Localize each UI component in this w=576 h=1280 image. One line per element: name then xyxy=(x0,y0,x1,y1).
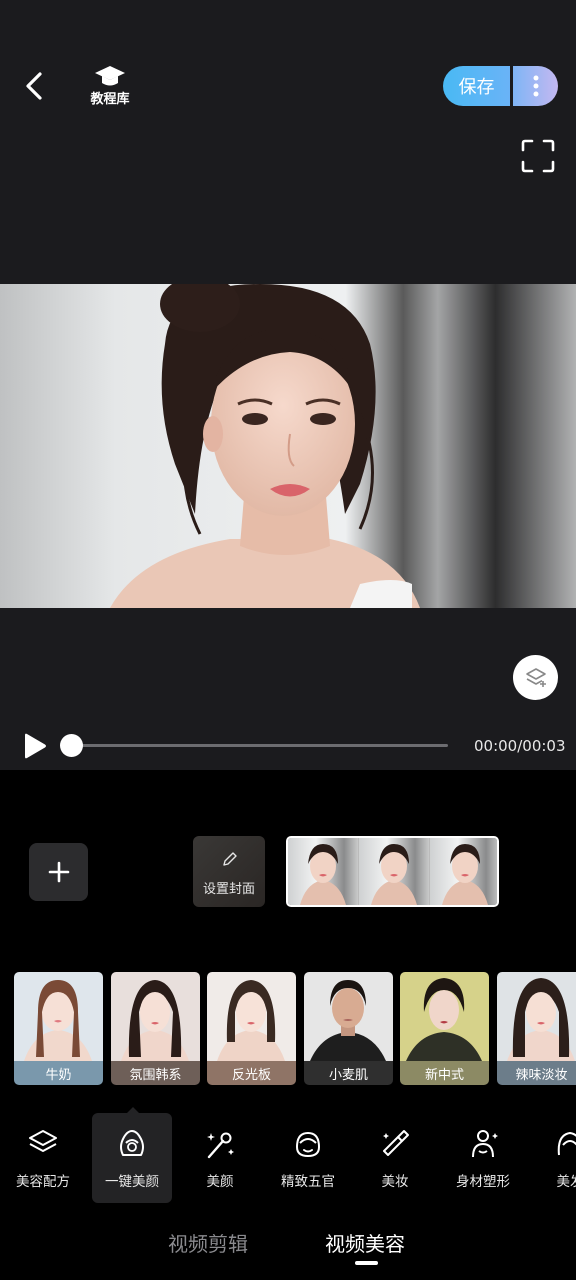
layers-icon xyxy=(29,1130,57,1152)
filter-preview xyxy=(14,972,103,1061)
bottom-tab-bar: 视频剪辑 视频美容 xyxy=(0,1228,576,1268)
tab-video-beauty[interactable]: 视频美容 xyxy=(325,1228,405,1257)
tool-makeup[interactable]: 美妆 xyxy=(352,1113,438,1203)
filter-card[interactable]: 新中式 xyxy=(400,972,489,1085)
filter-card[interactable]: 小麦肌 xyxy=(304,972,393,1085)
tool-label: 美妆 xyxy=(381,1174,409,1190)
add-clip-button[interactable] xyxy=(29,843,88,901)
filter-name: 反光板 xyxy=(207,1061,296,1085)
filter-card[interactable]: 辣味淡妆 xyxy=(497,972,576,1085)
filter-preview xyxy=(304,972,393,1061)
more-vertical-icon xyxy=(533,75,538,97)
filter-name: 辣味淡妆 xyxy=(497,1061,576,1085)
clip-frame xyxy=(359,838,430,905)
filter-name: 氛围韩系 xyxy=(111,1061,200,1085)
filter-card[interactable]: 反光板 xyxy=(207,972,296,1085)
magic-wand-icon xyxy=(207,1132,234,1159)
tool-beauty[interactable]: 美颜 xyxy=(177,1113,263,1203)
save-button[interactable]: 保存 xyxy=(443,66,510,106)
tutorial-library-button[interactable]: 教程库 xyxy=(84,64,136,107)
pencil-icon xyxy=(223,852,237,866)
filter-preview xyxy=(207,972,296,1061)
plus-icon xyxy=(48,861,69,883)
tool-label: 美容配方 xyxy=(16,1174,70,1190)
tab-video-edit[interactable]: 视频剪辑 xyxy=(168,1228,248,1257)
lipstick-icon xyxy=(383,1130,409,1156)
filter-preview xyxy=(111,972,200,1061)
tool-label: 美颜 xyxy=(206,1174,234,1190)
layers-icon xyxy=(525,667,546,687)
filter-preview xyxy=(400,972,489,1061)
portrait-image xyxy=(110,284,420,608)
cover-label: 设置封面 xyxy=(202,882,255,897)
fullscreen-icon[interactable] xyxy=(520,138,556,174)
save-group: 保存 xyxy=(443,66,558,106)
filter-card[interactable]: 氛围韩系 xyxy=(111,972,200,1085)
filter-name: 牛奶 xyxy=(14,1061,103,1085)
face-outline-icon xyxy=(120,1130,144,1156)
clip-frame xyxy=(288,838,359,905)
filter-preview xyxy=(497,972,576,1061)
tool-hair[interactable]: 美发 xyxy=(527,1113,576,1203)
back-arrow-icon[interactable] xyxy=(18,68,54,104)
more-options-button[interactable] xyxy=(513,66,558,106)
tool-label: 身材塑形 xyxy=(456,1174,510,1190)
tool-label: 美发 xyxy=(556,1174,576,1190)
progress-knob[interactable] xyxy=(60,734,83,757)
layers-toggle-button[interactable] xyxy=(513,655,558,700)
clip-frame xyxy=(430,838,497,905)
tool-label: 精致五官 xyxy=(281,1174,335,1190)
filter-card[interactable]: 牛奶 xyxy=(14,972,103,1085)
tool-beauty-recipe[interactable]: 美容配方 xyxy=(0,1113,86,1203)
progress-track[interactable] xyxy=(71,744,448,747)
graduation-cap-icon xyxy=(95,66,125,86)
hair-icon xyxy=(557,1131,576,1156)
active-tab-indicator xyxy=(355,1261,378,1265)
time-display: 00:00/00:03 xyxy=(474,737,566,755)
tool-label: 一键美颜 xyxy=(105,1174,159,1190)
play-icon[interactable] xyxy=(20,732,48,760)
beauty-tools-bar: 美容配方 一键美颜 美颜 精致五官 美妆 身材塑形 美发 xyxy=(0,1107,576,1203)
beauty-filter-list: 牛奶 氛围韩系 反光板 小麦肌 新中式 辣味淡妆 xyxy=(0,972,576,1085)
face-smile-icon xyxy=(295,1131,321,1158)
tool-body-shaping[interactable]: 身材塑形 xyxy=(440,1113,526,1203)
video-preview[interactable] xyxy=(0,284,576,608)
tool-refine-features[interactable]: 精致五官 xyxy=(265,1113,351,1203)
tutorial-label: 教程库 xyxy=(90,92,130,107)
filter-name: 小麦肌 xyxy=(304,1061,393,1085)
clip-thumbnail-strip[interactable] xyxy=(286,836,499,907)
filter-name: 新中式 xyxy=(400,1061,489,1085)
tool-one-click-beauty[interactable]: 一键美颜 xyxy=(92,1107,172,1203)
body-shape-icon xyxy=(472,1130,498,1158)
set-cover-button[interactable]: 设置封面 xyxy=(193,836,265,907)
